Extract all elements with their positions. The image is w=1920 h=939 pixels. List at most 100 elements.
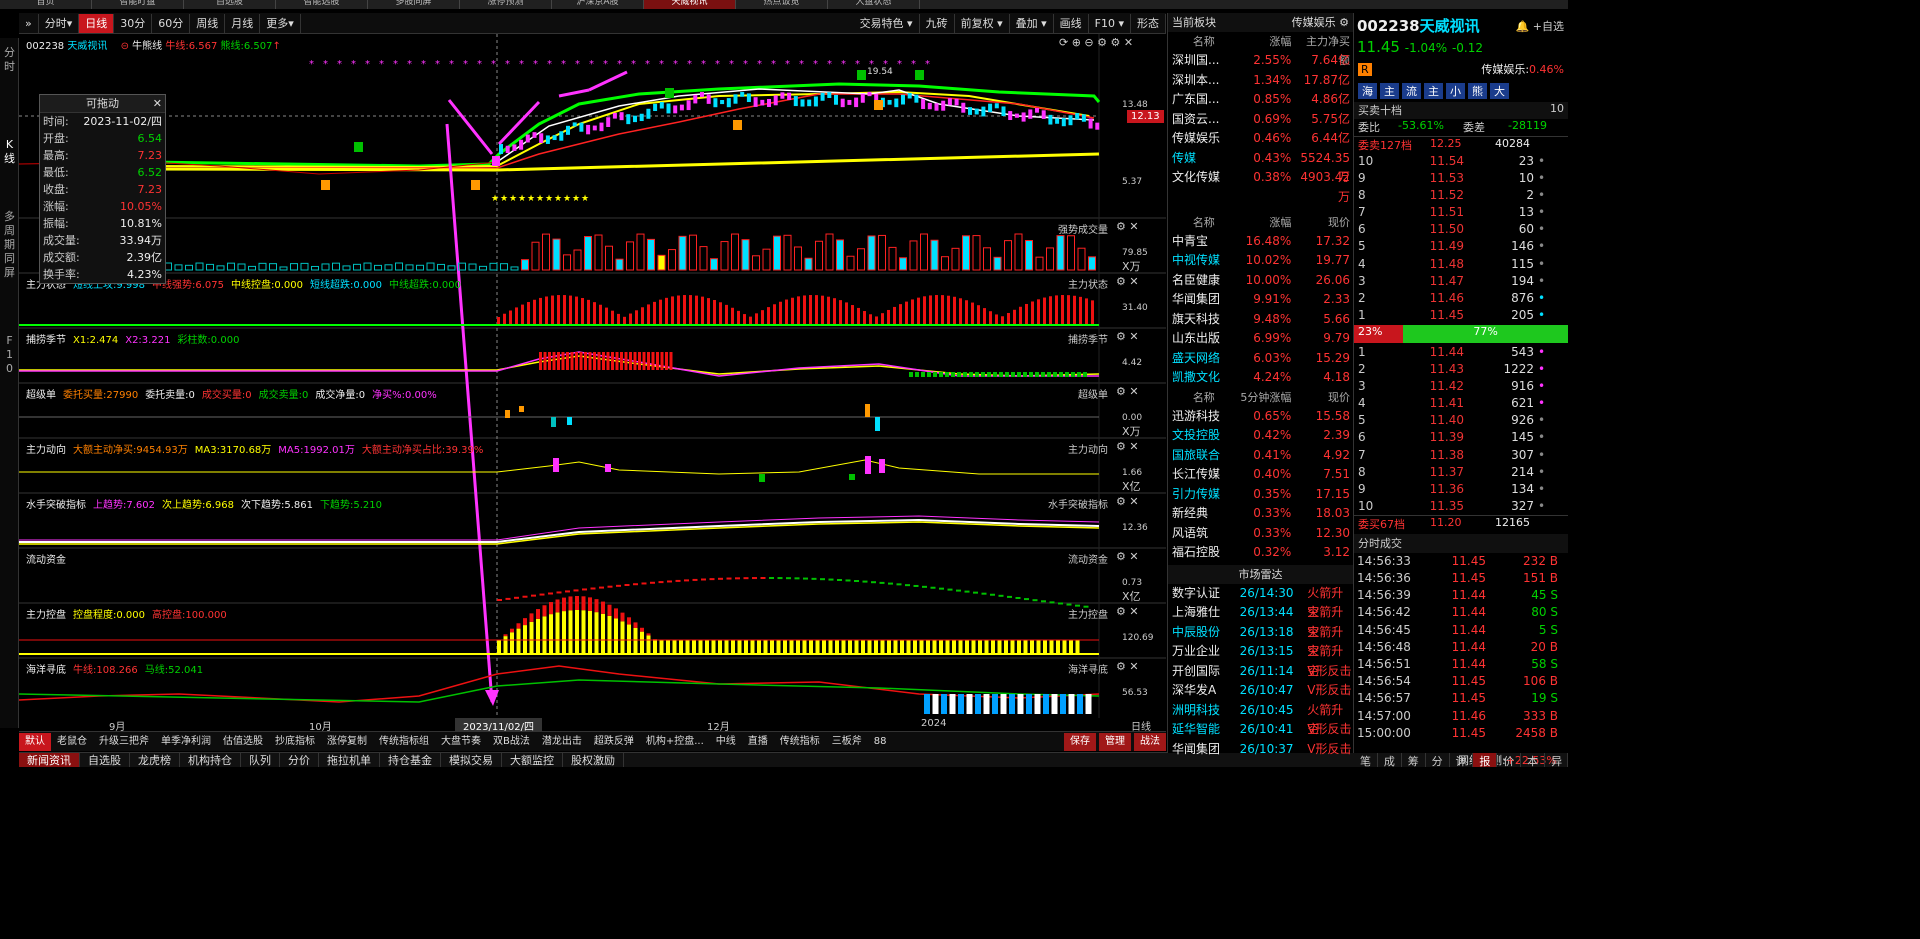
radar-row[interactable]: 万业企业 26/13:15 火箭升空 bbox=[1168, 642, 1353, 678]
order-row[interactable]: 2 11.46 876 • bbox=[1354, 290, 1568, 307]
sector-row[interactable]: 深圳国... 2.55% 7.64亿 bbox=[1168, 51, 1353, 71]
toolbar-item[interactable]: 30分 bbox=[114, 13, 153, 33]
left-strip-label[interactable]: 期 bbox=[0, 238, 19, 252]
toolbar-item[interactable]: F10 ▾ bbox=[1089, 13, 1131, 33]
order-row[interactable]: 2 11.43 1222 • bbox=[1354, 361, 1568, 378]
indicator-tab[interactable]: 升级三把斧 bbox=[93, 733, 155, 751]
top-tab[interactable]: 天威视讯 bbox=[644, 0, 736, 9]
sector-row[interactable]: 长江传媒 0.40% 7.51 bbox=[1168, 465, 1353, 485]
top-tab[interactable]: 智能选股 bbox=[276, 0, 368, 9]
stock-tag[interactable]: 小 bbox=[1446, 83, 1465, 99]
indicator-action[interactable]: 保存 bbox=[1064, 732, 1096, 751]
radar-row[interactable]: 数字认证 26/14:30 火箭升空 bbox=[1168, 584, 1353, 620]
sector-row[interactable]: 国旅联合 0.41% 4.92 bbox=[1168, 446, 1353, 466]
toolbar-item[interactable]: 更多▾ bbox=[260, 13, 301, 33]
panel-gear-icons[interactable]: ⚙ ✕ bbox=[1116, 440, 1139, 453]
indicator-tab[interactable]: 默认 bbox=[19, 732, 51, 751]
top-tab[interactable]: 首页 bbox=[0, 0, 92, 9]
indicator-tab[interactable]: 直播 bbox=[742, 733, 774, 751]
sector-row[interactable]: 山东出版 6.99% 9.79 bbox=[1168, 329, 1353, 349]
panel-gear-icons[interactable]: ⚙ ✕ bbox=[1116, 605, 1139, 618]
panel-gear-icons[interactable]: ⚙ ✕ bbox=[1116, 660, 1139, 673]
order-row[interactable]: 4 11.48 115 • bbox=[1354, 256, 1568, 273]
indicator-tab[interactable]: 传统指标 bbox=[774, 733, 826, 751]
news-tab[interactable]: 机构持仓 bbox=[180, 753, 241, 767]
panel-gear-icons[interactable]: ⚙ ✕ bbox=[1116, 330, 1139, 343]
left-strip-label[interactable]: 周 bbox=[0, 224, 19, 238]
panel-gear-icons[interactable]: ⚙ ✕ bbox=[1116, 275, 1139, 288]
stock-tag[interactable]: 大 bbox=[1490, 83, 1509, 99]
close-icon[interactable]: ✕ bbox=[153, 95, 162, 113]
order-row[interactable]: 7 11.51 13 • bbox=[1354, 204, 1568, 221]
kline-chart-area[interactable]: * * * * * * * * * * * * * * * * * * * * * * * * * * * * * * * * * * * * * * * *… bbox=[18, 34, 1166, 718]
news-tab[interactable]: 分价 bbox=[280, 753, 319, 767]
toolbar-item[interactable]: 日线 bbox=[79, 13, 115, 33]
indicator-tab[interactable]: 抄底指标 bbox=[269, 733, 321, 751]
panel-icons[interactable]: ⟳ ⊕ ⊖ ⚙ ⚙ ✕ bbox=[1059, 36, 1133, 49]
panel-gear-icons[interactable]: ⚙ ✕ bbox=[1116, 220, 1139, 233]
sector-row[interactable]: 迅游科技 0.65% 15.58 bbox=[1168, 407, 1353, 427]
news-tab[interactable]: 股权激励 bbox=[563, 753, 624, 767]
indicator-tab[interactable]: 中线 bbox=[710, 733, 742, 751]
indicator-action[interactable]: 管理 bbox=[1099, 732, 1131, 751]
top-tab[interactable]: 自选股 bbox=[184, 0, 276, 9]
sector-row[interactable]: 中视传媒 10.02% 19.77 bbox=[1168, 251, 1353, 271]
order-row[interactable]: 7 11.38 307 • bbox=[1354, 447, 1568, 464]
sector-row[interactable]: 盛天网络 6.03% 15.29 bbox=[1168, 349, 1353, 369]
footer-tab[interactable]: 报 bbox=[1473, 753, 1498, 767]
sector-row[interactable]: 国资云... 0.69% 5.75亿 bbox=[1168, 110, 1353, 130]
panel-gear-icons[interactable]: ⚙ ✕ bbox=[1116, 495, 1139, 508]
sector-row[interactable]: 凯撒文化 4.24% 4.18 bbox=[1168, 368, 1353, 388]
left-strip-label[interactable]: K bbox=[0, 138, 19, 152]
footer-tab[interactable]: 笔 bbox=[1354, 753, 1378, 767]
toolbar-item[interactable]: 60分 bbox=[152, 13, 191, 33]
news-tab[interactable]: 拖拉机单 bbox=[319, 753, 380, 767]
left-strip-label[interactable]: 同 bbox=[0, 252, 19, 266]
dropdown-icon[interactable]: ⊝ bbox=[121, 41, 129, 52]
indicator-tab[interactable]: 88 bbox=[868, 733, 893, 751]
radar-row[interactable]: 深华发A 26/10:47 V形反击 bbox=[1168, 681, 1353, 701]
bell-icon[interactable]: 🔔 bbox=[1516, 20, 1530, 33]
order-row[interactable]: 6 11.50 60 • bbox=[1354, 221, 1568, 238]
sector-row[interactable]: 风语筑 0.33% 12.30 bbox=[1168, 524, 1353, 544]
stock-tag[interactable]: 熊 bbox=[1468, 83, 1487, 99]
footer-tab[interactable]: 成 bbox=[1378, 753, 1402, 767]
stock-tag[interactable]: 主 bbox=[1424, 83, 1443, 99]
info-popup[interactable]: 可拖动 ✕ 时间: 2023-11-02/四 开盘: 6.54 最高: 7.23 最低: 6.5… bbox=[39, 94, 166, 284]
order-row[interactable]: 8 11.52 2 • bbox=[1354, 187, 1568, 204]
order-row[interactable]: 10 11.35 327 • bbox=[1354, 498, 1568, 515]
sector-row[interactable]: 华闻集团 9.91% 2.33 bbox=[1168, 290, 1353, 310]
left-strip-label[interactable]: 线 bbox=[0, 152, 19, 166]
news-tab[interactable]: 持仓基金 bbox=[380, 753, 441, 767]
indicator-tab[interactable]: 双B战法 bbox=[487, 733, 536, 751]
footer-tab[interactable]: 详 bbox=[1450, 753, 1474, 767]
sector-row[interactable]: 中青宝 16.48% 17.32 bbox=[1168, 232, 1353, 252]
sector-row[interactable]: 文化传媒 0.38% 4903.42万 bbox=[1168, 168, 1353, 204]
top-tab[interactable]: 沪深京A股 bbox=[552, 0, 644, 9]
sector-row[interactable]: 传媒娱乐 0.46% 6.44亿 bbox=[1168, 129, 1353, 149]
news-tab[interactable]: 模拟交易 bbox=[441, 753, 502, 767]
footer-tab[interactable]: 筹 bbox=[1402, 753, 1426, 767]
toolbar-item[interactable]: 交易特色 ▾ bbox=[854, 13, 920, 33]
indicator-action[interactable]: 战法 bbox=[1134, 732, 1166, 751]
toolbar-item[interactable]: 前复权 ▾ bbox=[955, 13, 1010, 33]
left-strip-label[interactable]: 多 bbox=[0, 210, 19, 224]
toolbar-item[interactable]: 分时▾ bbox=[39, 13, 80, 33]
radar-row[interactable]: 洲明科技 26/10:45 火箭升空 bbox=[1168, 701, 1353, 737]
indicator-tab[interactable]: 潜龙出击 bbox=[536, 733, 588, 751]
indicator-tab[interactable]: 估值选股 bbox=[217, 733, 269, 751]
panel-gear-icons[interactable]: ⚙ ✕ bbox=[1116, 550, 1139, 563]
news-tab[interactable]: 大额监控 bbox=[502, 753, 563, 767]
radar-row[interactable]: 中辰股份 26/13:18 火箭升空 bbox=[1168, 623, 1353, 659]
top-tab[interactable]: 大盘状态 bbox=[828, 0, 920, 9]
top-tab[interactable]: 智能盯盘 bbox=[92, 0, 184, 9]
radar-row[interactable]: 开创国际 26/11:14 V形反击 bbox=[1168, 662, 1353, 682]
footer-tab[interactable]: 分 bbox=[1426, 753, 1450, 767]
indicator-tab[interactable]: 传统指标组 bbox=[373, 733, 435, 751]
order-row[interactable]: 5 11.40 926 • bbox=[1354, 412, 1568, 429]
order-row[interactable]: 10 11.54 23 • bbox=[1354, 153, 1568, 170]
order-row[interactable]: 5 11.49 146 • bbox=[1354, 238, 1568, 255]
top-tab[interactable]: 热点饭览 bbox=[736, 0, 828, 9]
news-tab[interactable]: 队列 bbox=[241, 753, 280, 767]
news-tab[interactable]: 龙虎榜 bbox=[130, 753, 180, 767]
